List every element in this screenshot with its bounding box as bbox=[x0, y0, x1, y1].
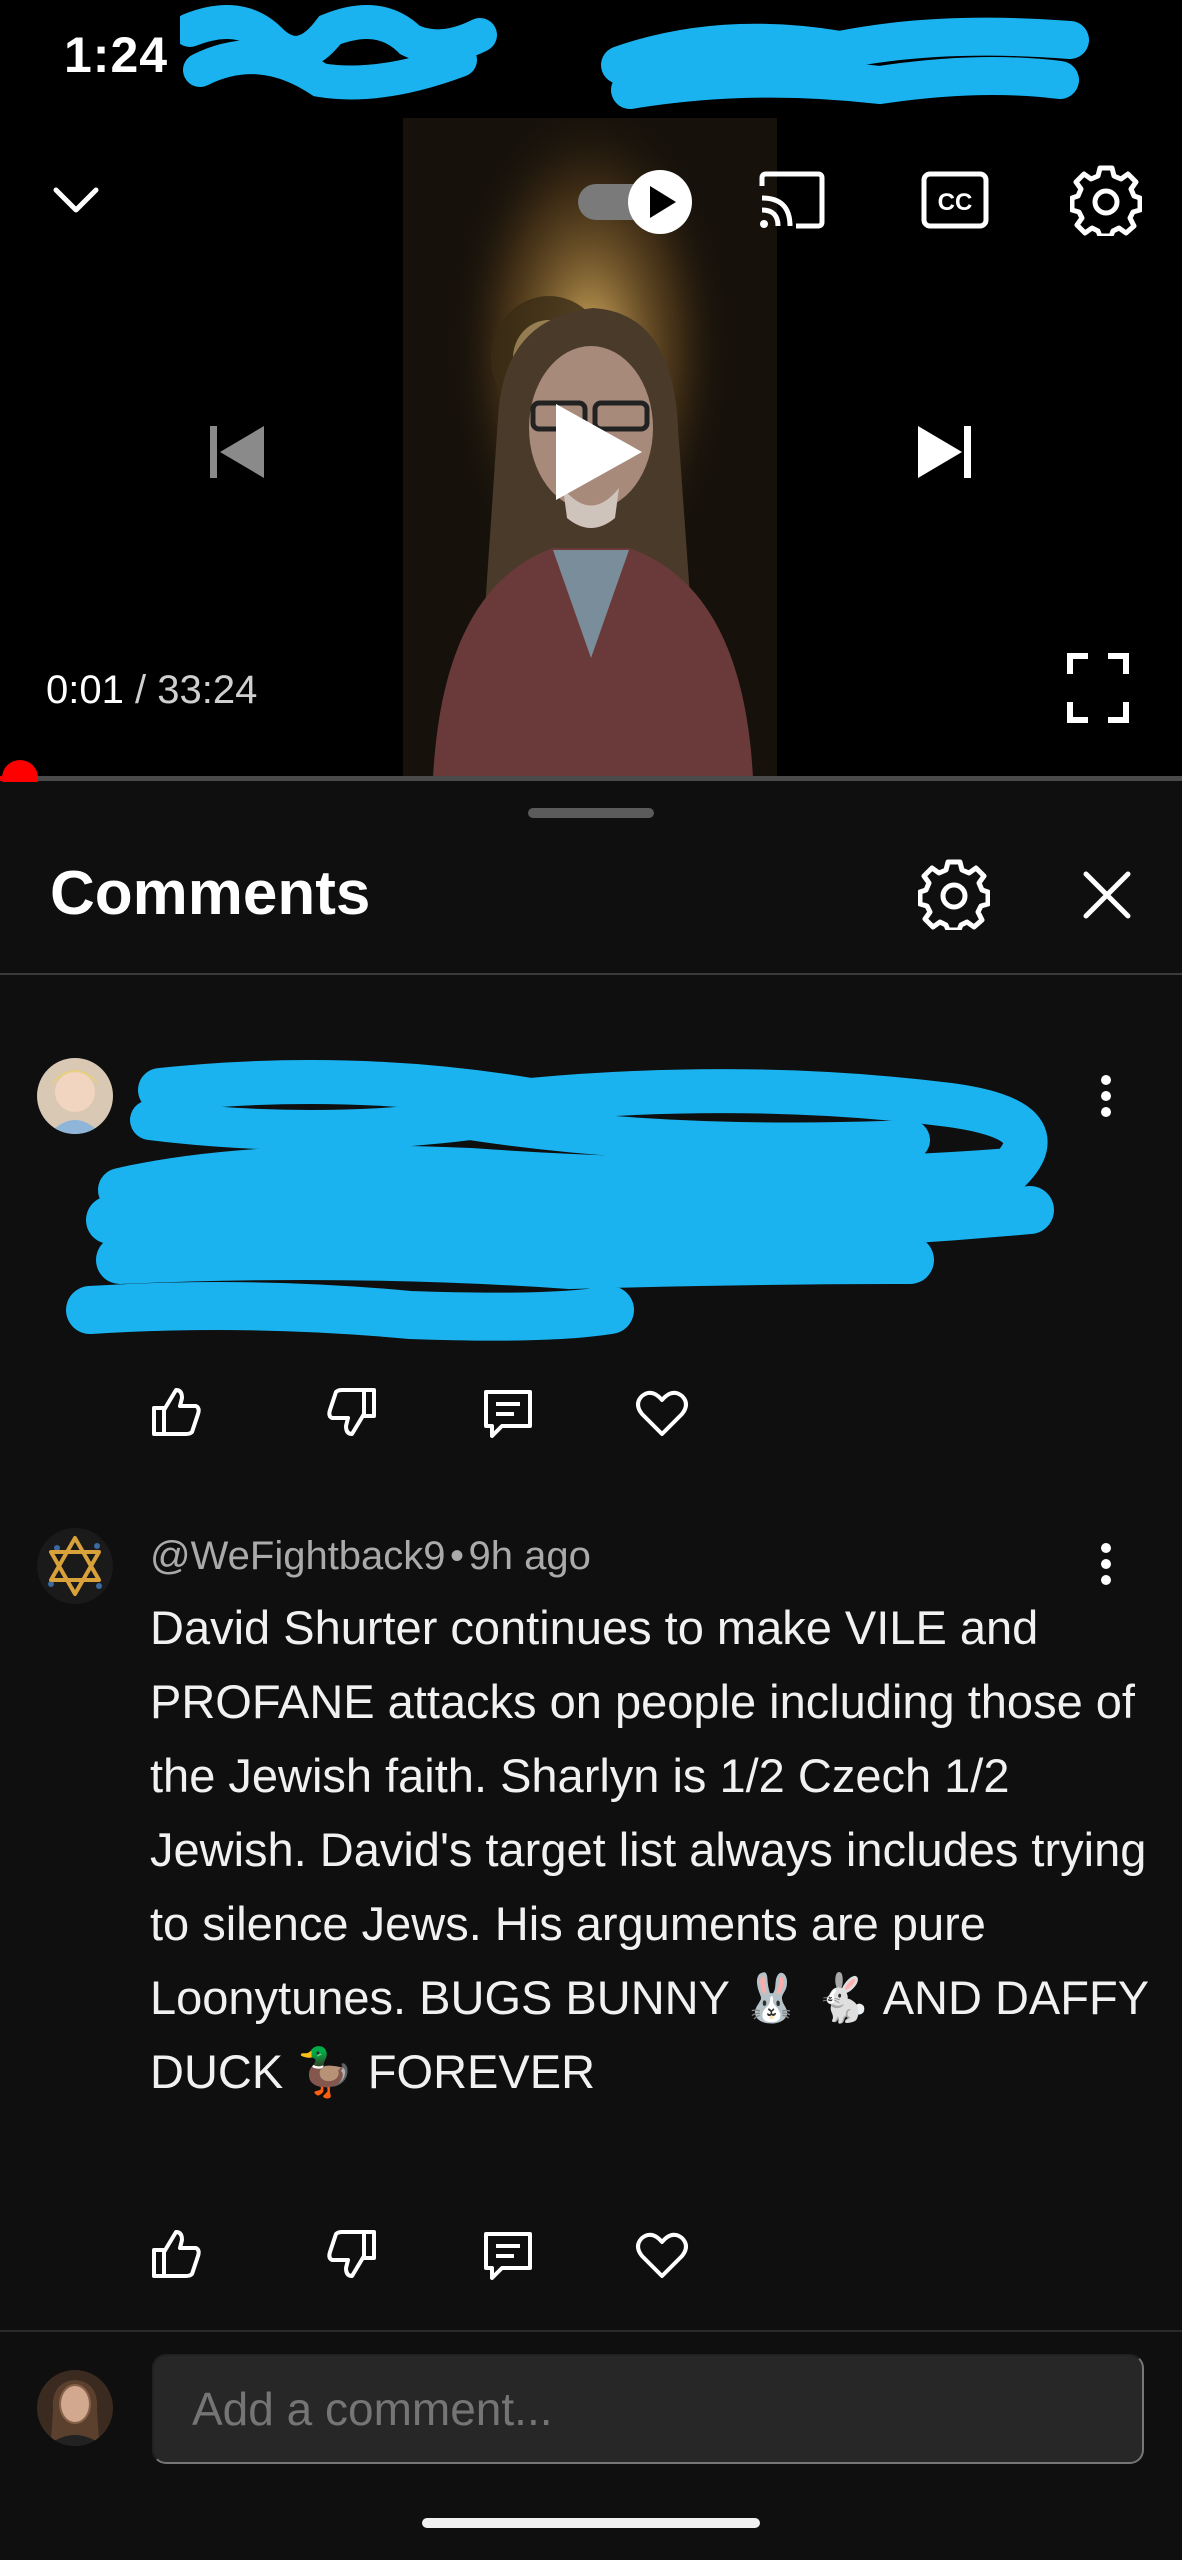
playback-time: 0:01 / 33:24 bbox=[46, 668, 257, 713]
more-vert-icon[interactable] bbox=[1092, 1072, 1120, 1120]
redaction-scribble bbox=[66, 1060, 1054, 1341]
play-icon[interactable] bbox=[550, 400, 646, 504]
cast-icon[interactable] bbox=[756, 168, 828, 232]
comments-title: Comments bbox=[50, 859, 371, 928]
close-icon[interactable] bbox=[1082, 870, 1132, 920]
time-separator: / bbox=[134, 668, 147, 712]
chevron-down-icon[interactable] bbox=[48, 172, 104, 228]
progress-track[interactable] bbox=[0, 776, 1182, 781]
svg-text:CC: CC bbox=[938, 189, 973, 216]
duration: 33:24 bbox=[157, 668, 258, 712]
comment-meta: @WeFightback9 • 9h ago bbox=[150, 1534, 591, 1579]
settings-icon[interactable] bbox=[1070, 164, 1142, 236]
dislike-icon[interactable] bbox=[324, 1384, 380, 1440]
header-divider bbox=[0, 973, 1182, 975]
add-comment-input[interactable] bbox=[152, 2354, 1144, 2464]
comment-author[interactable]: @WeFightback9 bbox=[150, 1534, 446, 1578]
fullscreen-icon[interactable] bbox=[1066, 652, 1130, 724]
progress-fill bbox=[0, 776, 1, 781]
current-time: 0:01 bbox=[46, 668, 124, 712]
drag-handle[interactable] bbox=[528, 808, 654, 818]
previous-icon[interactable] bbox=[206, 420, 270, 484]
meta-separator: • bbox=[450, 1534, 465, 1578]
comments-settings-icon[interactable] bbox=[918, 858, 990, 930]
comment-text: David Shurter continues to make VILE and… bbox=[150, 1601, 1149, 2098]
composer-divider bbox=[0, 2330, 1182, 2332]
more-vert-icon[interactable] bbox=[1092, 1540, 1120, 1588]
home-indicator[interactable] bbox=[422, 2518, 760, 2528]
cc-icon[interactable]: CC bbox=[920, 170, 990, 230]
like-icon[interactable] bbox=[148, 2226, 204, 2282]
redaction-scribble bbox=[180, 5, 497, 100]
autoplay-toggle[interactable] bbox=[574, 168, 694, 236]
comment-age: 9h ago bbox=[468, 1534, 591, 1578]
status-time: 1:24 bbox=[64, 27, 169, 83]
heart-icon[interactable] bbox=[634, 2230, 690, 2280]
dislike-icon[interactable] bbox=[324, 2226, 380, 2282]
redaction-scribble bbox=[601, 17, 1089, 109]
avatar[interactable] bbox=[37, 1528, 113, 1604]
user-avatar[interactable] bbox=[37, 2370, 113, 2446]
reply-icon[interactable] bbox=[480, 2228, 536, 2284]
like-icon[interactable] bbox=[148, 1384, 204, 1440]
next-icon[interactable] bbox=[912, 420, 976, 484]
heart-icon[interactable] bbox=[634, 1388, 690, 1438]
reply-icon[interactable] bbox=[480, 1386, 536, 1442]
